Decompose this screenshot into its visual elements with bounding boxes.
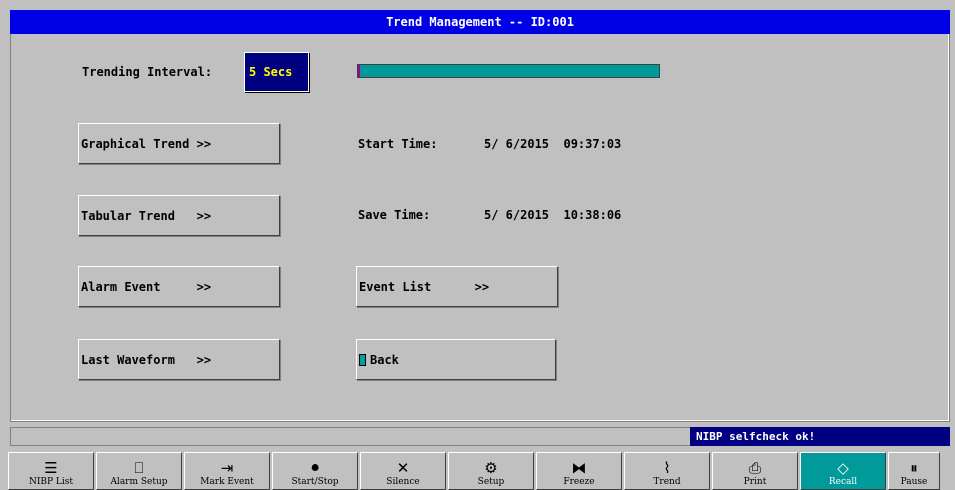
freeze-icon: ⧓ [571,459,587,477]
pause-icon: ⏸ [910,459,918,477]
toolbar-pause-button[interactable]: ⏸ Pause [888,452,940,490]
trend-progress-fill [358,65,659,77]
toolbar-label: Recall [828,477,858,487]
toolbar-recall-button[interactable]: ◇ Recall [800,452,886,490]
toolbar-setup-button[interactable]: ⚙ Setup [448,452,534,490]
setup-icon: ⚙ [484,459,498,477]
focus-cursor-icon [359,353,366,366]
window-title: Trend Management -- ID:001 [10,10,950,34]
book-icon: ⎕ [134,459,144,477]
trending-interval-select[interactable]: 5 Secs [244,52,309,92]
trending-interval-label: Trending Interval: [82,65,213,79]
toolbar-label: Mark Event [200,477,254,487]
start-time-value: 5/ 6/2015 09:37:03 [484,137,622,151]
event-list-button[interactable]: Event List >> [356,266,558,307]
silence-icon: ✕ [396,459,410,477]
bottom-toolbar: ☰ NIBP List ⎕ Alarm Setup ⇥ Mark Event ⚫ Start/… [8,452,955,490]
print-icon: ⎙ [748,459,761,477]
status-message: NIBP selfcheck ok! [690,427,950,446]
toolbar-label: Freeze [563,477,595,487]
toolbar-start-stop-button[interactable]: ⚫ Start/Stop [272,452,358,490]
save-time-label: Save Time: [358,208,431,222]
toolbar-label: NIBP List [28,477,74,487]
last-waveform-button[interactable]: Last Waveform >> [78,339,280,380]
toolbar-label: Alarm Setup [110,477,168,487]
toolbar-label: Setup [477,477,505,487]
toolbar-label: Start/Stop [291,477,339,487]
toolbar-label: Pause [900,477,928,487]
cuff-icon: ⚫ [308,459,322,477]
tabular-trend-button[interactable]: Tabular Trend >> [78,195,280,236]
save-time-value: 5/ 6/2015 10:38:06 [484,208,622,222]
toolbar-alarm-setup-button[interactable]: ⎕ Alarm Setup [96,452,182,490]
start-time-label: Start Time: [358,137,438,151]
recall-icon: ◇ [837,459,849,477]
back-button[interactable]: Back [356,339,556,380]
toolbar-label: Print [743,477,767,487]
toolbar-label: Trend [653,477,681,487]
toolbar-nibp-list-button[interactable]: ☰ NIBP List [8,452,94,490]
graphical-trend-button[interactable]: Graphical Trend >> [78,123,280,164]
toolbar-mark-event-button[interactable]: ⇥ Mark Event [184,452,270,490]
toolbar-print-button[interactable]: ⎙ Print [712,452,798,490]
list-icon: ☰ [44,459,58,477]
trend-progress-bar [357,64,660,78]
toolbar-label: Silence [386,477,420,487]
mark-icon: ⇥ [220,459,234,477]
toolbar-silence-button[interactable]: ✕ Silence [360,452,446,490]
toolbar-trend-button[interactable]: ⌇ Trend [624,452,710,490]
toolbar-freeze-button[interactable]: ⧓ Freeze [536,452,622,490]
back-button-label: Back [370,352,399,367]
alarm-event-button[interactable]: Alarm Event >> [78,266,280,307]
trend-icon: ⌇ [663,459,671,477]
